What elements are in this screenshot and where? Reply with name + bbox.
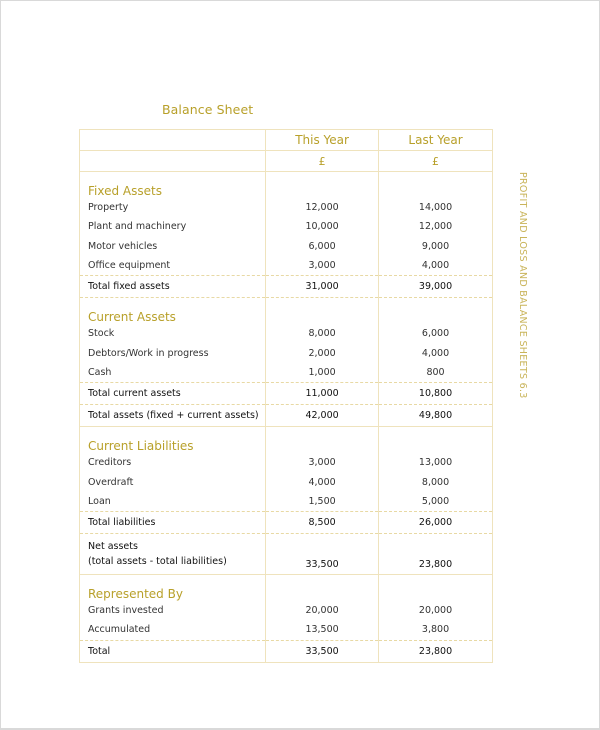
section-heading-row: Current Assets bbox=[79, 297, 493, 325]
this-year-value: 8,000 bbox=[265, 324, 380, 344]
row-label: Overdraft bbox=[79, 472, 267, 492]
side-caption: PROFIT AND LOSS AND BALANCE SHEETS 6.3 bbox=[517, 172, 528, 399]
this-year-value: 13,500 bbox=[265, 620, 380, 641]
this-year-value: 2,000 bbox=[265, 343, 380, 363]
row-label: Property bbox=[79, 198, 267, 218]
this-year-value: 3,000 bbox=[265, 255, 380, 276]
table-row: Grants invested 20,000 20,000 bbox=[79, 600, 493, 621]
this-year-value: 1,500 bbox=[265, 491, 380, 512]
table-row: Stock 8,000 6,000 bbox=[79, 324, 493, 344]
table-row: Plant and machinery 10,000 12,000 bbox=[79, 217, 493, 237]
row-label: Cash bbox=[79, 362, 267, 383]
total-this-year: 33,500 bbox=[265, 639, 380, 663]
last-year-value: 3,800 bbox=[421, 624, 450, 636]
net-assets-label: Net assets (total assets - total liabili… bbox=[79, 532, 267, 575]
table-row: Loan 1,500 5,000 bbox=[79, 491, 493, 512]
last-year-value: 20,000 bbox=[418, 605, 453, 617]
table-row: Cash 1,000 800 bbox=[79, 362, 493, 383]
total-row: Total liabilities 8,500 26,000 bbox=[79, 510, 493, 534]
total-label: Total current assets bbox=[79, 382, 267, 405]
section-heading: Fixed Assets bbox=[79, 171, 267, 198]
last-year-value: 5,000 bbox=[421, 495, 450, 507]
table-row: Property 12,000 14,000 bbox=[79, 198, 493, 218]
row-label: Debtors/Work in progress bbox=[79, 343, 267, 363]
net-this-year: 33,500 bbox=[265, 532, 380, 575]
last-year-value: 13,000 bbox=[418, 457, 453, 469]
table-row: Debtors/Work in progress 2,000 4,000 bbox=[79, 343, 493, 363]
this-year-value: 6,000 bbox=[265, 236, 380, 256]
total-last-year: 23,800 bbox=[378, 639, 493, 663]
page-title: Balance Sheet bbox=[162, 102, 254, 117]
total-label: Total fixed assets bbox=[79, 275, 267, 299]
row-label: Office equipment bbox=[79, 255, 267, 276]
total-label: Total liabilities bbox=[79, 510, 267, 534]
row-label: Plant and machinery bbox=[79, 217, 267, 237]
currency-this-year: £ bbox=[265, 150, 380, 172]
row-label: Loan bbox=[79, 491, 267, 512]
this-year-value: 10,000 bbox=[265, 217, 380, 237]
last-year-value: 8,000 bbox=[421, 476, 450, 488]
net-last-year: 23,800 bbox=[378, 532, 493, 575]
row-label: Accumulated bbox=[79, 620, 267, 641]
table-row: Office equipment 3,000 4,000 bbox=[79, 255, 493, 276]
this-year-value: 1,000 bbox=[265, 362, 380, 383]
total-row: Total fixed assets 31,000 39,000 bbox=[79, 275, 493, 299]
header-row: This Year Last Year bbox=[79, 129, 493, 151]
total-label: Total bbox=[79, 639, 267, 663]
total-last-year: 10,800 bbox=[378, 382, 493, 405]
last-year-value: 6,000 bbox=[421, 328, 450, 340]
currency-cell-label bbox=[79, 150, 267, 172]
table-row: Accumulated 13,500 3,800 bbox=[79, 620, 493, 641]
header-last-year: Last Year bbox=[378, 129, 493, 151]
net-assets-row: Net assets (total assets - total liabili… bbox=[79, 532, 493, 575]
total-row: Total 33,500 23,800 bbox=[79, 639, 493, 663]
this-year-value: 20,000 bbox=[265, 600, 380, 621]
grand-total-row: Total assets (fixed + current assets) 42… bbox=[79, 404, 493, 428]
last-year-value: 12,000 bbox=[418, 221, 453, 233]
table-row: Creditors 3,000 13,000 bbox=[79, 453, 493, 473]
last-year-value: 9,000 bbox=[421, 240, 450, 252]
table-row: Motor vehicles 6,000 9,000 bbox=[79, 236, 493, 256]
this-year-value: 3,000 bbox=[265, 453, 380, 473]
header-this-year: This Year bbox=[265, 129, 380, 151]
last-year-value: 4,000 bbox=[421, 260, 450, 272]
total-last-year: 26,000 bbox=[378, 510, 493, 534]
section-heading: Current Liabilities bbox=[79, 426, 267, 454]
currency-row: £ £ bbox=[79, 150, 493, 172]
total-this-year: 31,000 bbox=[265, 275, 380, 299]
total-label: Total assets (fixed + current assets) bbox=[79, 404, 267, 428]
total-this-year: 42,000 bbox=[265, 404, 380, 428]
last-year-value: 14,000 bbox=[418, 202, 453, 214]
section-heading: Current Assets bbox=[79, 297, 267, 325]
currency-last-year: £ bbox=[378, 150, 493, 172]
total-last-year: 39,000 bbox=[378, 275, 493, 299]
last-year-value: 800 bbox=[426, 366, 445, 378]
net-assets-label-line2: (total assets - total liabilities) bbox=[88, 555, 227, 567]
row-label: Grants invested bbox=[79, 600, 267, 621]
row-label: Motor vehicles bbox=[79, 236, 267, 256]
this-year-value: 12,000 bbox=[265, 198, 380, 218]
total-this-year: 8,500 bbox=[265, 510, 380, 534]
section-heading-row: Represented By bbox=[79, 574, 493, 601]
total-last-year: 49,800 bbox=[378, 404, 493, 428]
section-heading-row: Current Liabilities bbox=[79, 426, 493, 454]
row-label: Creditors bbox=[79, 453, 267, 473]
total-row: Total current assets 11,000 10,800 bbox=[79, 382, 493, 405]
section-heading: Represented By bbox=[79, 574, 267, 601]
header-cell-label bbox=[79, 129, 267, 151]
balance-sheet-table: This Year Last Year £ £ Fixed Assets Pro… bbox=[79, 129, 493, 663]
this-year-value: 4,000 bbox=[265, 472, 380, 492]
row-label: Stock bbox=[79, 324, 267, 344]
last-year-value: 4,000 bbox=[421, 347, 450, 359]
total-this-year: 11,000 bbox=[265, 382, 380, 405]
document-page: Balance Sheet PROFIT AND LOSS AND BALANC… bbox=[0, 0, 600, 730]
section-heading-row: Fixed Assets bbox=[79, 171, 493, 198]
net-assets-label-line1: Net assets bbox=[88, 540, 138, 552]
table-row: Overdraft 4,000 8,000 bbox=[79, 472, 493, 492]
